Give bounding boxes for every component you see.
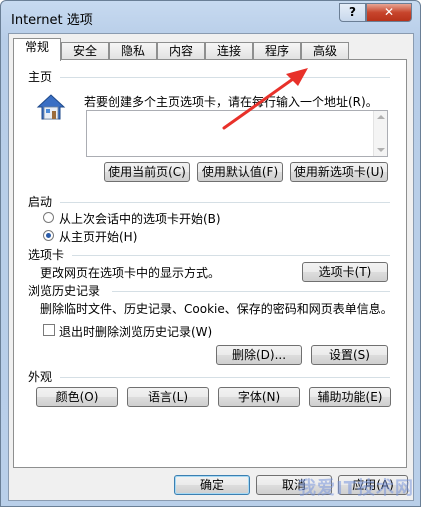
history-settings-button[interactable]: 设置(S) [311, 345, 388, 365]
delete-history-button[interactable]: 删除(D)... [216, 345, 302, 365]
homepage-heading: 主页 [28, 70, 53, 84]
appearance-divider [60, 377, 390, 378]
delete-on-exit-label: 退出时删除浏览历史记录(W) [59, 325, 213, 339]
internet-options-dialog: Internet 选项 ? ✕ 常规 安全 隐私 内容 连接 程序 高级 主页 … [0, 0, 421, 507]
use-default-button[interactable]: 使用默认值(F) [197, 162, 283, 182]
delete-on-exit-checkbox[interactable] [43, 324, 55, 336]
title-bar: Internet 选项 ? ✕ [1, 1, 420, 35]
accessibility-button[interactable]: 辅助功能(E) [309, 387, 391, 407]
close-button[interactable]: ✕ [366, 3, 412, 22]
appearance-heading: 外观 [28, 370, 53, 384]
textarea-scrollbar[interactable] [373, 111, 387, 156]
tab-security[interactable]: 安全 [61, 42, 109, 60]
homepage-divider [60, 77, 390, 78]
use-current-button[interactable]: 使用当前页(C) [104, 162, 190, 182]
startup-option2-radio[interactable] [43, 230, 54, 241]
tabs-heading: 选项卡 [28, 248, 65, 262]
startup-heading: 启动 [28, 195, 53, 209]
tabs-divider [72, 255, 390, 256]
colors-button[interactable]: 颜色(O) [36, 387, 118, 407]
homepage-address-textarea[interactable] [86, 110, 388, 157]
homepage-description: 若要创建多个主页选项卡，请在每行输入一个地址(R)。 [84, 95, 378, 109]
startup-divider [60, 202, 390, 203]
history-divider [112, 291, 390, 292]
help-button[interactable]: ? [339, 3, 366, 22]
home-icon [36, 94, 66, 120]
ok-button[interactable]: 确定 [174, 475, 250, 495]
startup-option1-radio[interactable] [43, 212, 54, 223]
window-title: Internet 选项 [11, 13, 93, 28]
tabs-settings-button[interactable]: 选项卡(T) [302, 262, 388, 282]
tab-privacy[interactable]: 隐私 [109, 42, 157, 60]
general-tab-panel: 主页 若要创建多个主页选项卡，请在每行输入一个地址(R)。 使用当前页(C) 使… [13, 59, 407, 468]
history-heading: 浏览历史记录 [28, 284, 101, 298]
tab-connections[interactable]: 连接 [205, 42, 253, 60]
use-new-tab-button[interactable]: 使用新选项卡(U) [290, 162, 388, 182]
tab-content[interactable]: 内容 [157, 42, 205, 60]
scroll-up-icon[interactable] [377, 115, 385, 119]
tab-general[interactable]: 常规 [13, 38, 61, 61]
history-description: 删除临时文件、历史记录、Cookie、保存的密码和网页表单信息。 [40, 302, 393, 316]
startup-option2-label: 从主页开始(H) [59, 230, 138, 244]
tab-advanced[interactable]: 高级 [301, 42, 349, 60]
scroll-down-icon[interactable] [377, 148, 385, 152]
dialog-client-area: 常规 安全 隐私 内容 连接 程序 高级 主页 若要创建多个主页选项卡，请在每行… [8, 33, 414, 501]
languages-button[interactable]: 语言(L) [127, 387, 209, 407]
tabs-description: 更改网页在选项卡中的显示方式。 [40, 266, 221, 280]
tab-programs[interactable]: 程序 [253, 42, 301, 60]
fonts-button[interactable]: 字体(N) [218, 387, 300, 407]
site-watermark: 我爱IT技术网 [298, 478, 414, 499]
startup-option1-label: 从上次会话中的选项卡开始(B) [59, 212, 221, 226]
